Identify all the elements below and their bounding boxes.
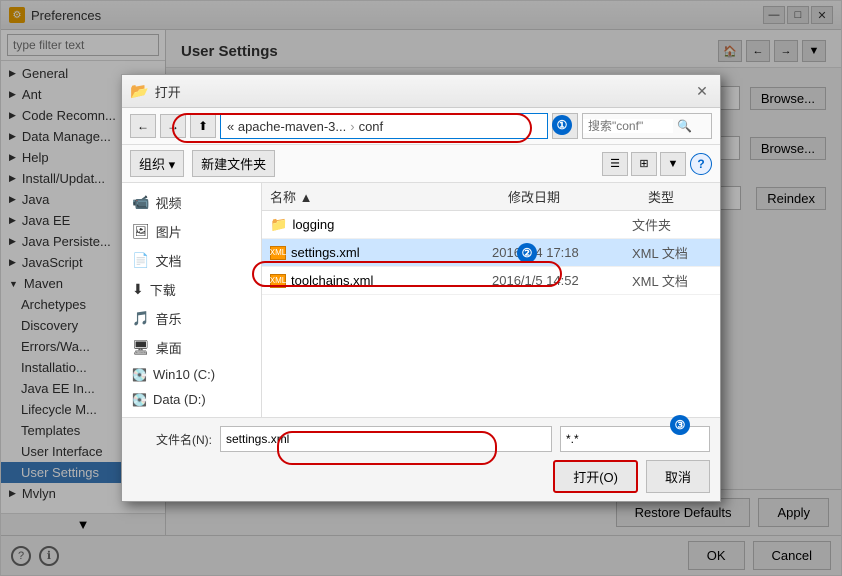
file-item-toolchains[interactable]: XML toolchains.xml 2016/1/5 14:52 XML 文档 <box>262 267 720 295</box>
filetype-input[interactable] <box>560 426 710 452</box>
sidebar-drive-d-label: Data (D:) <box>153 392 206 407</box>
path-segment-2: conf <box>359 119 384 134</box>
dialog-path-bar[interactable]: « apache-maven-3... › conf <box>220 113 548 139</box>
dialog-cancel-button[interactable]: 取消 <box>646 460 710 493</box>
sidebar-desktop[interactable]: 🖥 桌面 <box>122 333 261 362</box>
xml-icon-toolchains: XML <box>270 274 286 288</box>
filename-label: 文件名(N): <box>132 431 212 448</box>
dialog-body: 📹 视频 🖼 图片 📄 文档 ⬇ 下载 <box>122 183 720 417</box>
documents-icon: 📄 <box>132 252 149 269</box>
dialog-help-button[interactable]: ? <box>690 153 712 175</box>
col-type[interactable]: 类型 <box>640 183 720 210</box>
file-item-logging[interactable]: 📁 logging 文件夹 <box>262 211 720 239</box>
view-buttons: ☰ ⊞ ▼ <box>602 152 686 176</box>
dialog-up-button[interactable]: ⬆ <box>190 114 216 138</box>
sidebar-music[interactable]: 🎵 音乐 <box>122 304 261 333</box>
sidebar-drive-d[interactable]: 💽 Data (D:) <box>122 387 261 412</box>
file-date-settings: 2016/3/4 17:18 <box>492 245 632 260</box>
filename-input[interactable] <box>220 426 552 452</box>
music-icon: 🎵 <box>132 310 149 327</box>
file-date-toolchains: 2016/1/5 14:52 <box>492 273 632 288</box>
dialog-sub-toolbar: 组织 ▾ 新建文件夹 ☰ ⊞ ▼ ? <box>122 145 720 183</box>
file-type-settings: XML 文档 <box>632 243 712 262</box>
dialog-title-left: 📂 打开 <box>130 82 181 101</box>
video-icon: 📹 <box>132 194 149 211</box>
file-name-settings: settings.xml <box>291 245 360 260</box>
sidebar-videos[interactable]: 📹 视频 <box>122 188 261 217</box>
sidebar-pictures-label: 图片 <box>156 222 182 241</box>
dialog-search-input[interactable] <box>583 119 673 133</box>
dialog-action-buttons: 打开(O) 取消 <box>132 460 710 493</box>
sidebar-music-label: 音乐 <box>155 309 181 328</box>
preferences-window: ⚙ Preferences — □ ✕ General Ant Code Rec… <box>0 0 842 576</box>
footer-filename-row: 文件名(N): <box>132 426 710 452</box>
dialog-open-button[interactable]: 打开(O) <box>553 460 638 493</box>
search-icon: 🔍 <box>673 119 696 133</box>
sidebar-drive-c[interactable]: 💽 Win10 (C:) <box>122 362 261 387</box>
dialog-title-text: 打开 <box>155 82 181 101</box>
dialog-back-button[interactable]: ← <box>130 114 156 138</box>
sidebar-drive-c-label: Win10 (C:) <box>153 367 215 382</box>
pictures-icon: 🖼 <box>132 223 150 240</box>
path-segments: « apache-maven-3... › conf <box>227 119 383 134</box>
file-name-toolchains: toolchains.xml <box>291 273 373 288</box>
col-name[interactable]: 名称 ▲ <box>262 183 500 210</box>
view-list-button[interactable]: ☰ <box>602 152 628 176</box>
col-date[interactable]: 修改日期 <box>500 183 640 210</box>
sidebar-desktop-label: 桌面 <box>156 338 182 357</box>
dialog-forward-button[interactable]: → <box>160 114 186 138</box>
organize-button[interactable]: 组织 ▾ <box>130 150 184 177</box>
file-dialog: ① ② ③ 📂 打开 ✕ ← → ⬆ <box>121 74 721 502</box>
path-segment-1: « apache-maven-3... <box>227 119 346 134</box>
file-list-header: 名称 ▲ 修改日期 类型 <box>262 183 720 211</box>
file-type-logging: 文件夹 <box>632 215 712 234</box>
new-folder-button[interactable]: 新建文件夹 <box>192 150 275 177</box>
dialog-titlebar: 📂 打开 ✕ <box>122 75 720 108</box>
sidebar-documents[interactable]: 📄 文档 <box>122 246 261 275</box>
dialog-close-button[interactable]: ✕ <box>692 81 712 101</box>
downloads-icon: ⬇ <box>132 281 144 298</box>
dialog-toolbar: ← → ⬆ « apache-maven-3... › conf ⟳ 🔍 <box>122 108 720 145</box>
sidebar-videos-label: 视频 <box>155 193 181 212</box>
dialog-refresh-button[interactable]: ⟳ <box>552 113 578 139</box>
dialog-sidebar: 📹 视频 🖼 图片 📄 文档 ⬇ 下载 <box>122 183 262 417</box>
organize-label: 组织 ▾ <box>139 154 175 173</box>
desktop-icon: 🖥 <box>132 339 150 356</box>
file-item-settings[interactable]: XML settings.xml 2016/3/4 17:18 XML 文档 <box>262 239 720 267</box>
dialog-footer: 文件名(N): 打开(O) 取消 <box>122 417 720 501</box>
sidebar-pictures[interactable]: 🖼 图片 <box>122 217 261 246</box>
file-dialog-overlay: ① ② ③ 📂 打开 ✕ ← → ⬆ <box>1 1 841 575</box>
path-separator: › <box>350 119 354 134</box>
xml-icon-settings: XML <box>270 246 286 260</box>
folder-icon-logging: 📁 <box>270 216 287 233</box>
file-type-toolchains: XML 文档 <box>632 271 712 290</box>
dialog-file-list: 名称 ▲ 修改日期 类型 📁 logging 文件夹 <box>262 183 720 417</box>
view-dropdown-button[interactable]: ▼ <box>660 152 686 176</box>
view-grid-button[interactable]: ⊞ <box>631 152 657 176</box>
drive-d-icon: 💽 <box>132 393 147 407</box>
drive-c-icon: 💽 <box>132 368 147 382</box>
dialog-search-bar: 🔍 <box>582 113 712 139</box>
sidebar-downloads[interactable]: ⬇ 下载 <box>122 275 261 304</box>
file-list-scroll: 📁 logging 文件夹 XML settings.xml <box>262 211 720 295</box>
dialog-folder-icon: 📂 <box>130 82 149 100</box>
sidebar-downloads-label: 下载 <box>150 280 176 299</box>
sidebar-documents-label: 文档 <box>155 251 181 270</box>
file-name-logging: logging <box>292 217 334 232</box>
